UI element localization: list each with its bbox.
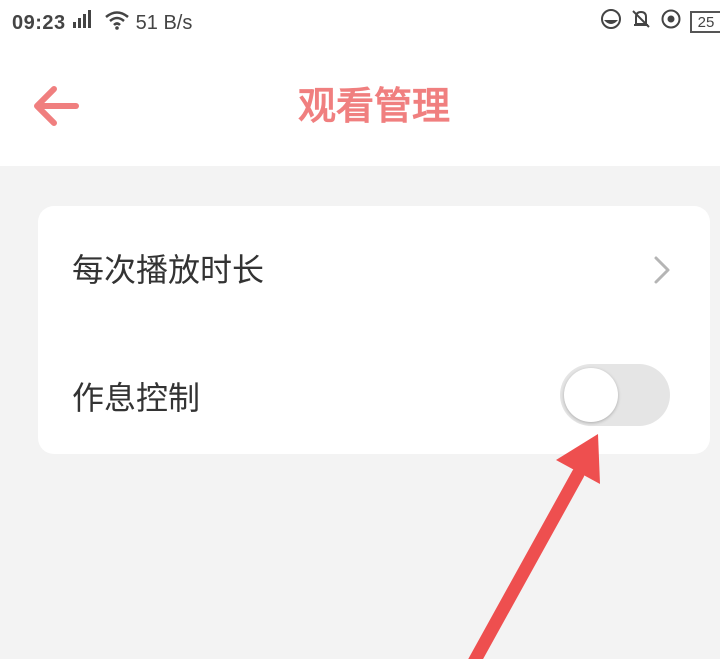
wifi-icon	[104, 10, 130, 36]
schedule-control-toggle[interactable]	[560, 364, 670, 426]
status-bar: 09:23 51 B/s 25	[0, 0, 720, 44]
battery-icon: 25	[690, 11, 720, 33]
chevron-right-icon	[654, 256, 670, 284]
toggle-knob	[564, 368, 618, 422]
setting-row-play-duration[interactable]: 每次播放时长	[38, 206, 710, 330]
settings-card: 每次播放时长 作息控制	[38, 206, 710, 454]
network-speed: 51 B/s	[135, 11, 193, 34]
bell-muted-icon	[630, 8, 652, 36]
setting-label-schedule-control: 作息控制	[72, 379, 201, 417]
status-left: 09:23 51 B/s	[12, 10, 192, 36]
status-time: 09:23	[12, 11, 66, 34]
setting-row-schedule-control: 作息控制	[38, 330, 710, 454]
status-right: 25	[600, 8, 720, 36]
header: 观看管理	[0, 44, 720, 166]
alarm-icon	[660, 8, 682, 36]
signal-icon	[72, 10, 98, 36]
eye-care-icon	[600, 8, 622, 36]
page-title: 观看管理	[297, 84, 450, 128]
setting-label-play-duration: 每次播放时长	[72, 251, 265, 289]
